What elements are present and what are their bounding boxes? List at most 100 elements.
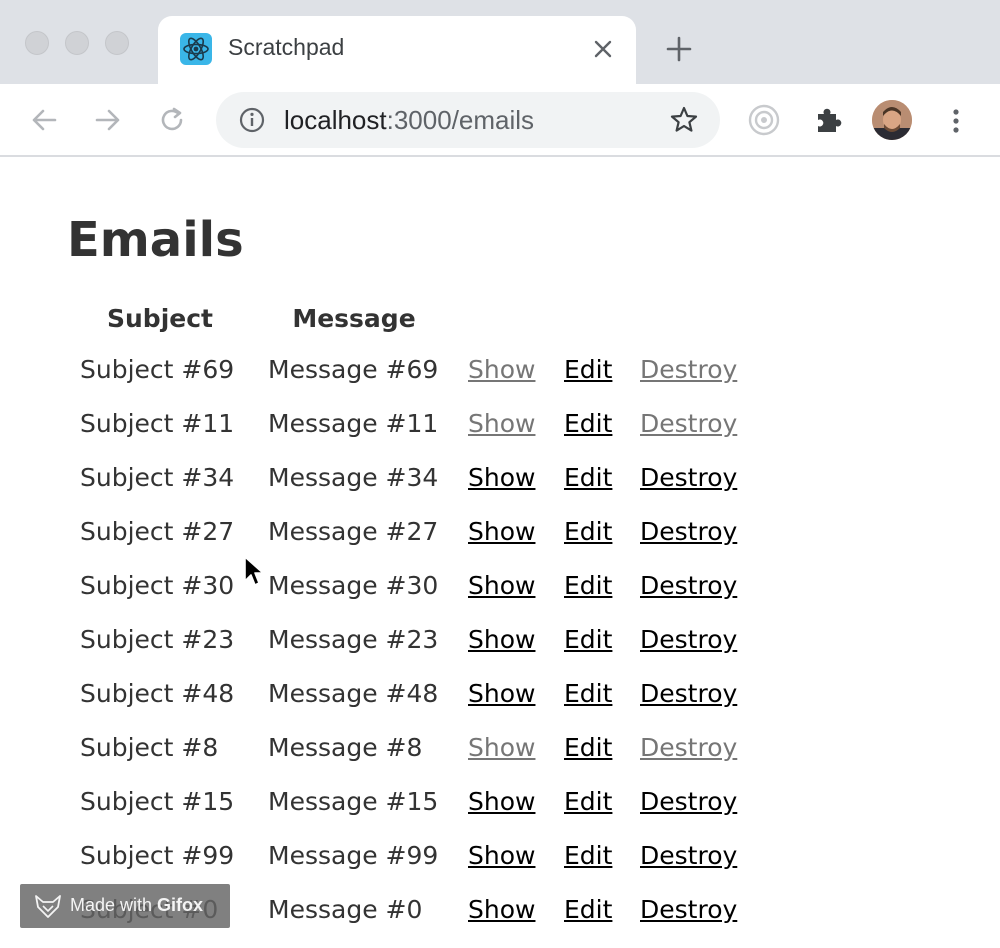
cell-show: Show (454, 666, 550, 720)
column-header-empty (454, 294, 550, 342)
destroy-link[interactable]: Destroy (640, 463, 737, 492)
edit-link[interactable]: Edit (564, 733, 612, 762)
bookmark-star-icon[interactable] (668, 104, 700, 136)
destroy-link[interactable]: Destroy (640, 409, 737, 438)
cell-destroy: Destroy (626, 558, 737, 612)
cell-message: Message #34 (268, 462, 439, 492)
back-arrow-icon[interactable] (28, 104, 60, 136)
table-row: Subject #99 Message #99 Show Edit Destroy (66, 828, 737, 882)
destroy-link[interactable]: Destroy (640, 679, 737, 708)
window-close-button[interactable] (25, 31, 49, 55)
cell-message: Message #11 (268, 408, 439, 438)
show-link[interactable]: Show (468, 517, 535, 546)
cell-message: Message #15 (268, 786, 439, 816)
cell-destroy: Destroy (626, 396, 737, 450)
cell-edit: Edit (550, 828, 626, 882)
column-header-empty (626, 294, 737, 342)
edit-link[interactable]: Edit (564, 679, 612, 708)
table-row: Subject #27 Message #27 Show Edit Destroy (66, 504, 737, 558)
destroy-link[interactable]: Destroy (640, 625, 737, 654)
cell-edit: Edit (550, 720, 626, 774)
show-link[interactable]: Show (468, 841, 535, 870)
destroy-link[interactable]: Destroy (640, 355, 737, 384)
window-zoom-button[interactable] (105, 31, 129, 55)
table-row: Subject #8 Message #8 Show Edit Destroy (66, 720, 737, 774)
cell-edit: Edit (550, 450, 626, 504)
cell-edit: Edit (550, 504, 626, 558)
cell-destroy: Destroy (626, 828, 737, 882)
table-row: Subject #23 Message #23 Show Edit Destroy (66, 612, 737, 666)
table-row: Subject #11 Message #11 Show Edit Destroy (66, 396, 737, 450)
reload-icon[interactable] (156, 104, 188, 136)
edit-link[interactable]: Edit (564, 409, 612, 438)
url-path: :3000/emails (386, 105, 535, 135)
show-link[interactable]: Show (468, 463, 535, 492)
edit-link[interactable]: Edit (564, 625, 612, 654)
destroy-link[interactable]: Destroy (640, 571, 737, 600)
table-row: Subject #34 Message #34 Show Edit Destroy (66, 450, 737, 504)
cell-destroy: Destroy (626, 612, 737, 666)
edit-link[interactable]: Edit (564, 895, 612, 924)
cell-message: Message #30 (268, 570, 439, 600)
cell-show: Show (454, 828, 550, 882)
edit-link[interactable]: Edit (564, 571, 612, 600)
cell-subject: Subject #99 (80, 840, 235, 870)
url-text: localhost:3000/emails (284, 105, 534, 136)
window-minimize-button[interactable] (65, 31, 89, 55)
edit-link[interactable]: Edit (564, 517, 612, 546)
close-icon[interactable] (590, 36, 616, 62)
show-link[interactable]: Show (468, 787, 535, 816)
column-header-subject: Subject (107, 303, 213, 333)
show-link[interactable]: Show (468, 895, 535, 924)
address-bar[interactable]: localhost:3000/emails (216, 92, 720, 148)
browser-toolbar: localhost:3000/emails (0, 84, 1000, 157)
show-link[interactable]: Show (468, 571, 535, 600)
destroy-link[interactable]: Destroy (640, 895, 737, 924)
show-link[interactable]: Show (468, 625, 535, 654)
cell-show: Show (454, 774, 550, 828)
new-tab-icon[interactable] (664, 34, 694, 64)
show-link[interactable]: Show (468, 679, 535, 708)
cell-subject: Subject #11 (80, 408, 235, 438)
extension-target-icon[interactable] (746, 102, 782, 138)
forward-arrow-icon[interactable] (92, 104, 124, 136)
cell-subject: Subject #30 (80, 570, 235, 600)
react-icon (180, 33, 212, 65)
show-link[interactable]: Show (468, 355, 535, 384)
cell-subject: Subject #23 (80, 624, 235, 654)
cell-edit: Edit (550, 882, 626, 936)
info-icon[interactable] (238, 106, 266, 134)
cell-subject: Subject #15 (80, 786, 235, 816)
destroy-link[interactable]: Destroy (640, 841, 737, 870)
table-row: Subject #69 Message #69 Show Edit Destroy (66, 342, 737, 396)
cell-destroy: Destroy (626, 342, 737, 396)
cell-show: Show (454, 612, 550, 666)
watermark-prefix: Made with (70, 895, 158, 915)
browser-tab[interactable]: Scratchpad (158, 16, 636, 84)
cell-show: Show (454, 504, 550, 558)
destroy-link[interactable]: Destroy (640, 787, 737, 816)
edit-link[interactable]: Edit (564, 355, 612, 384)
cell-show: Show (454, 720, 550, 774)
cell-edit: Edit (550, 774, 626, 828)
watermark-brand: Gifox (157, 895, 204, 915)
show-link[interactable]: Show (468, 409, 535, 438)
cell-message: Message #99 (268, 840, 439, 870)
table-row: Subject #30 Message #30 Show Edit Destroy (66, 558, 737, 612)
cell-show: Show (454, 558, 550, 612)
cell-message: Message #27 (268, 516, 439, 546)
edit-link[interactable]: Edit (564, 463, 612, 492)
cell-show: Show (454, 396, 550, 450)
cell-message: Message #23 (268, 624, 439, 654)
table-row: Subject #15 Message #15 Show Edit Destroy (66, 774, 737, 828)
page-content: Emails Subject Message Subject #69 Messag… (0, 158, 1000, 948)
edit-link[interactable]: Edit (564, 787, 612, 816)
avatar[interactable] (872, 100, 912, 140)
extensions-puzzle-icon[interactable] (810, 102, 846, 138)
destroy-link[interactable]: Destroy (640, 733, 737, 762)
show-link[interactable]: Show (468, 733, 535, 762)
kebab-menu-icon[interactable] (946, 106, 966, 136)
destroy-link[interactable]: Destroy (640, 517, 737, 546)
cell-destroy: Destroy (626, 450, 737, 504)
edit-link[interactable]: Edit (564, 841, 612, 870)
